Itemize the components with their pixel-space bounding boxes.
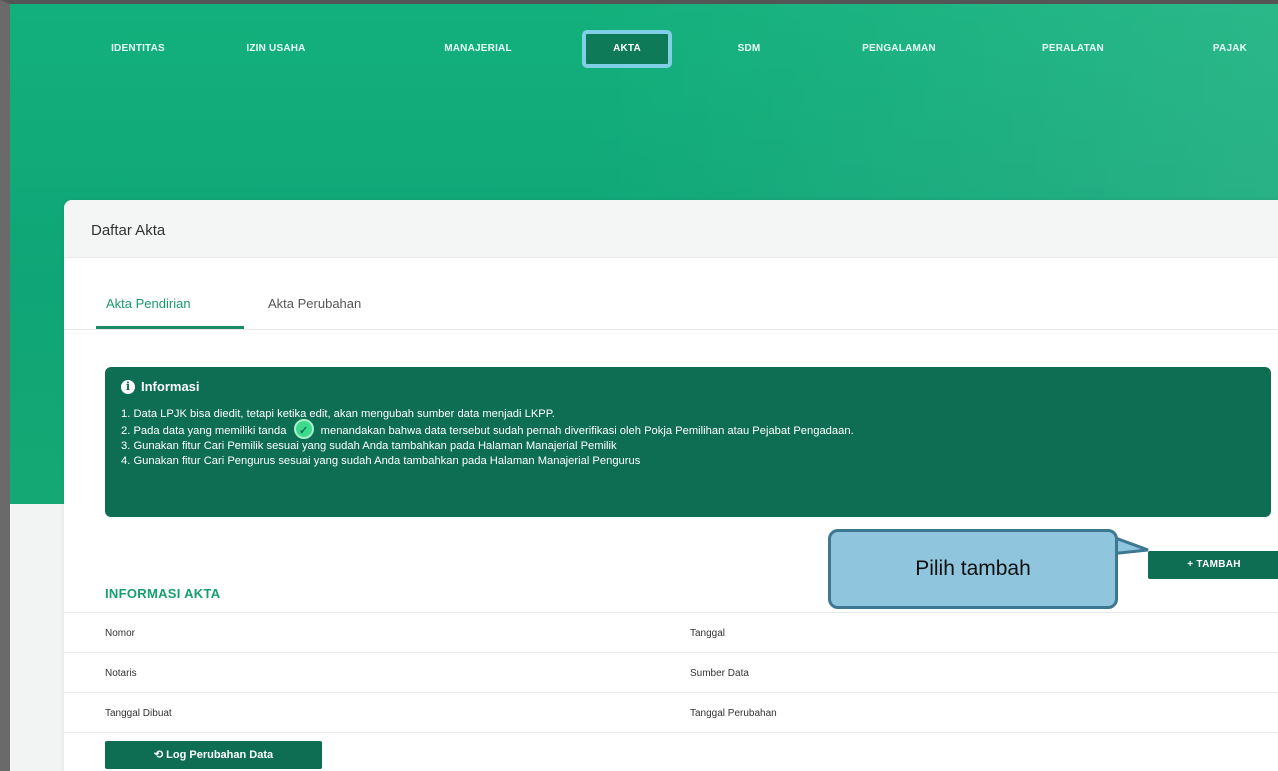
info-line-2-post: menandakan bahwa data tersebut sudah per… <box>320 424 854 437</box>
info-list: 1. Data LPJK bisa diedit, tetapi ketika … <box>121 407 854 470</box>
field-label-tanggal-perubahan: Tanggal Perubahan <box>690 708 777 719</box>
log-perubahan-data-button[interactable]: ⟲ Log Perubahan Data <box>105 741 322 769</box>
akta-card: Daftar Akta Akta Pendirian Akta Perubaha… <box>64 200 1278 771</box>
tab-akta-perubahan[interactable]: Akta Perubahan <box>268 296 361 311</box>
info-icon: i <box>121 379 135 394</box>
info-line-2-pre: 2. Pada data yang memiliki tanda <box>121 424 287 437</box>
info-panel: i Informasi 1. Data LPJK bisa diedit, te… <box>105 367 1271 517</box>
verified-check-icon: ✓ <box>293 418 314 439</box>
app-window: IDENTITAS IZIN USAHA MANAJERIAL AKTA SDM… <box>0 0 1278 771</box>
field-label-tanggal-dibuat: Tanggal Dibuat <box>105 708 172 719</box>
nav-izin-usaha[interactable]: IZIN USAHA <box>236 34 316 64</box>
nav-pajak[interactable]: PAJAK <box>1200 34 1260 64</box>
info-line-1: 1. Data LPJK bisa diedit, tetapi ketika … <box>121 408 555 420</box>
nav-akta[interactable]: AKTA <box>582 30 672 68</box>
callout-text: Pilih tambah <box>915 557 1031 580</box>
card-header: Daftar Akta <box>64 200 1278 258</box>
card-title: Daftar Akta <box>91 222 166 239</box>
section-title-informasi-akta: INFORMASI AKTA <box>105 586 221 601</box>
info-line-3: 3. Gunakan fitur Cari Pemilik sesuai yan… <box>121 439 617 452</box>
info-heading: i Informasi <box>121 379 200 394</box>
nav-identitas[interactable]: IDENTITAS <box>103 34 173 64</box>
nav-manajerial[interactable]: MANAJERIAL <box>428 34 528 64</box>
field-label-notaris: Notaris <box>105 668 137 679</box>
akta-tabs: Akta Pendirian Akta Perubahan <box>64 258 1278 330</box>
table-row: Tanggal Dibuat Tanggal Perubahan <box>64 692 1278 732</box>
info-line-4: 4. Gunakan fitur Cari Pengurus sesuai ya… <box>121 455 641 468</box>
nav-peralatan[interactable]: PERALATAN <box>1028 34 1118 64</box>
field-label-nomor: Nomor <box>105 628 136 639</box>
nav-pengalaman[interactable]: PENGALAMAN <box>844 34 954 64</box>
tambah-button[interactable]: + TAMBAH <box>1148 551 1278 579</box>
tab-akta-pendirian[interactable]: Akta Pendirian <box>106 296 191 311</box>
active-tab-indicator <box>96 326 244 329</box>
nav-sdm[interactable]: SDM <box>724 34 774 64</box>
info-line-2: 2. Pada data yang memiliki tanda ✓ menan… <box>121 418 854 439</box>
field-label-tanggal: Tanggal <box>690 628 726 639</box>
table-row: Notaris Sumber Data <box>64 652 1278 692</box>
info-heading-text: Informasi <box>141 379 200 394</box>
top-nav: IDENTITAS IZIN USAHA MANAJERIAL AKTA SDM… <box>10 30 1278 68</box>
table-row: Nomor Tanggal <box>64 612 1278 652</box>
instruction-callout: Pilih tambah <box>828 529 1118 609</box>
field-label-sumber-data: Sumber Data <box>690 668 749 679</box>
